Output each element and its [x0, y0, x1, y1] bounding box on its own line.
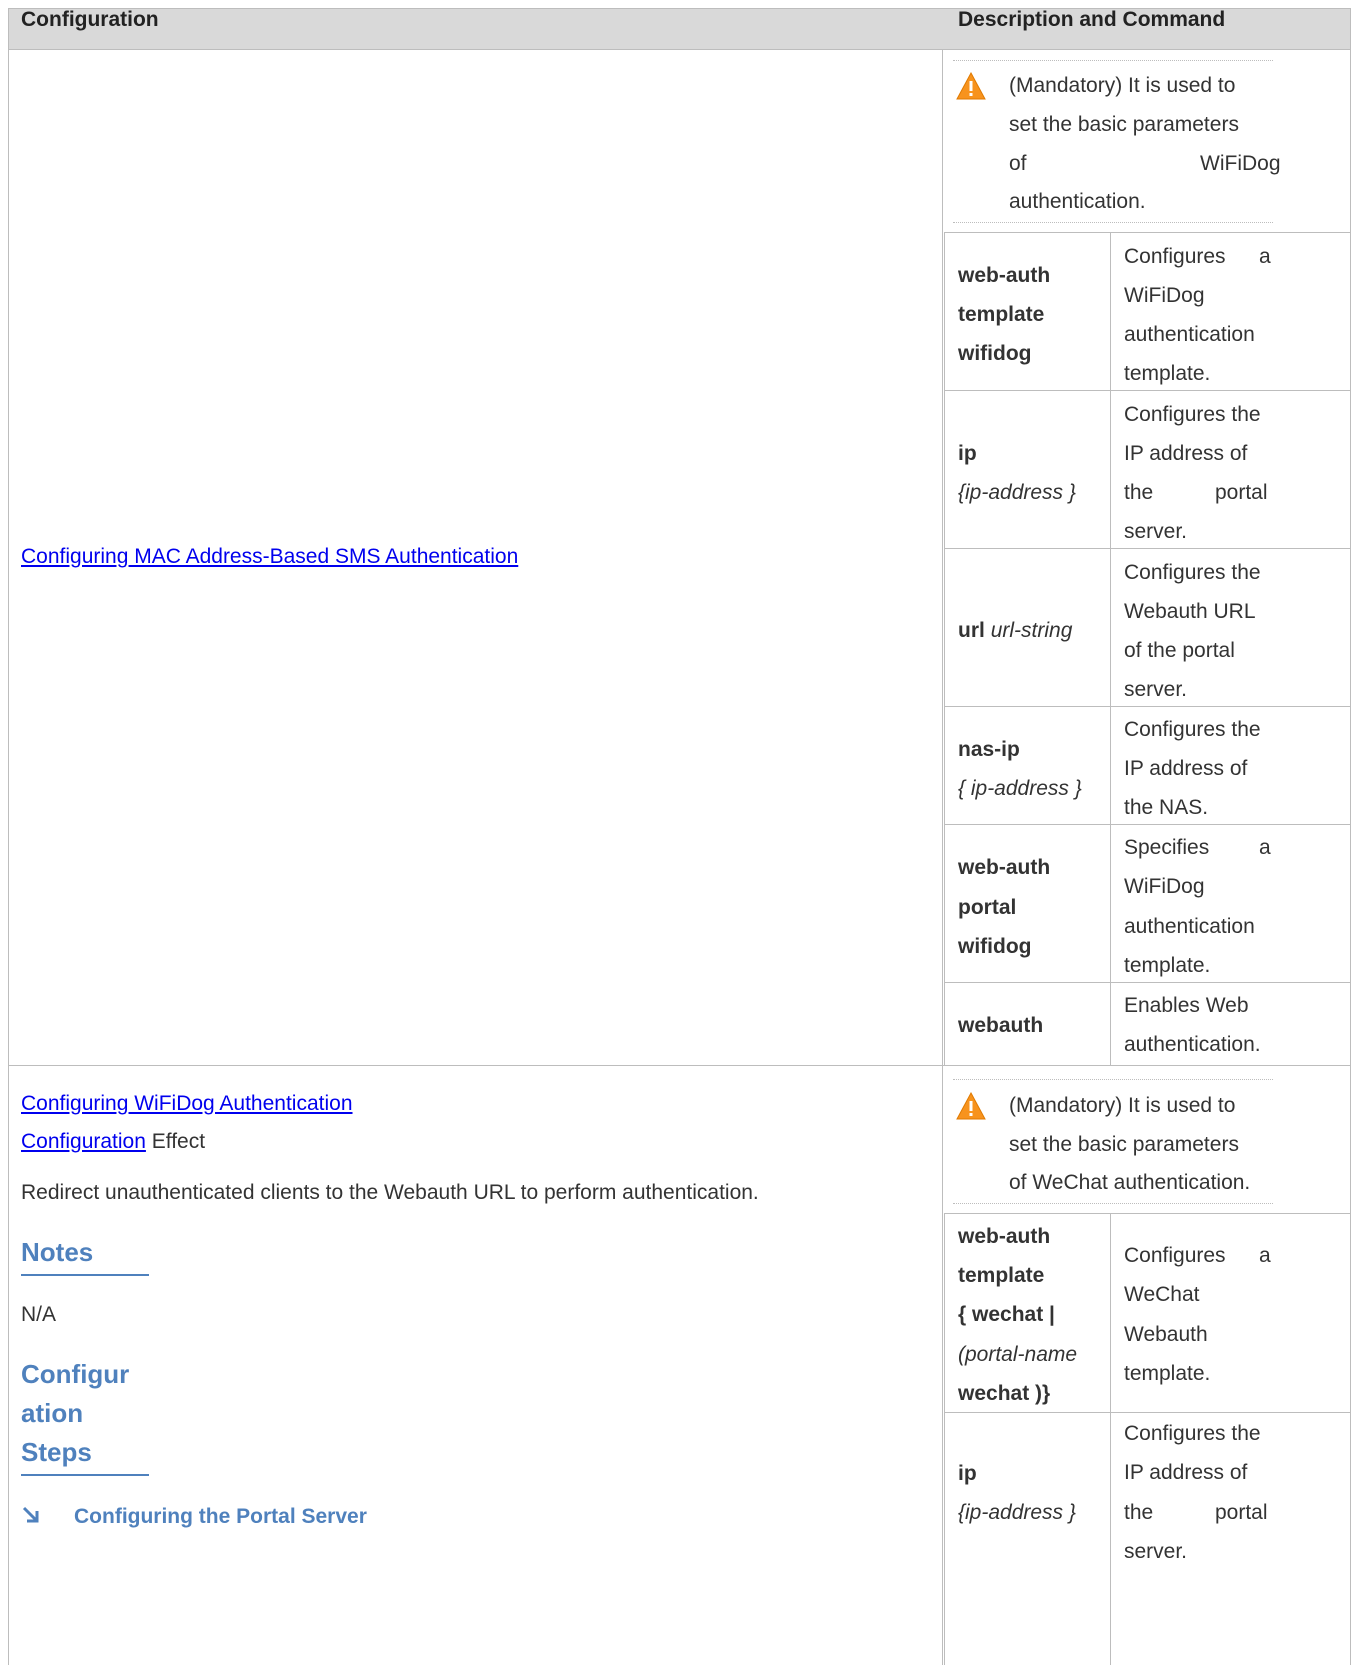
cmd-table-left — [944, 232, 945, 1065]
header-configuration: Configuration — [21, 8, 159, 31]
effect-body-text: Redirect unauthenticated clients to the … — [21, 1181, 759, 1204]
column-divider — [942, 49, 943, 1665]
arrow-down-right-icon — [22, 1506, 39, 1523]
note-bottom-rule — [953, 222, 1273, 223]
link-configuring-wifidog-authentication[interactable]: Configuring WiFiDog Authentication — [21, 1083, 353, 1124]
warning-triangle-icon — [956, 1092, 986, 1120]
notes-heading: Notes — [21, 1237, 94, 1267]
notes-text: N/A — [21, 1303, 57, 1326]
link-configuration[interactable]: Configuration — [21, 1130, 146, 1153]
configuration-effect-line: Configuration Effect — [21, 1130, 206, 1153]
warning-triangle-icon — [956, 72, 986, 100]
header-description-command: Description and Command — [958, 8, 1226, 31]
command-webauth: webauth — [958, 1014, 1044, 1037]
portal-server-heading: Configuring the Portal Server — [74, 1505, 367, 1528]
link-mac-sms-authentication[interactable]: Configuring MAC Address-Based SMS Authen… — [21, 536, 518, 577]
note-top-rule — [953, 60, 1273, 61]
cmd-table-mid — [1110, 232, 1111, 1065]
command-url-string: url url-string — [958, 619, 1073, 642]
